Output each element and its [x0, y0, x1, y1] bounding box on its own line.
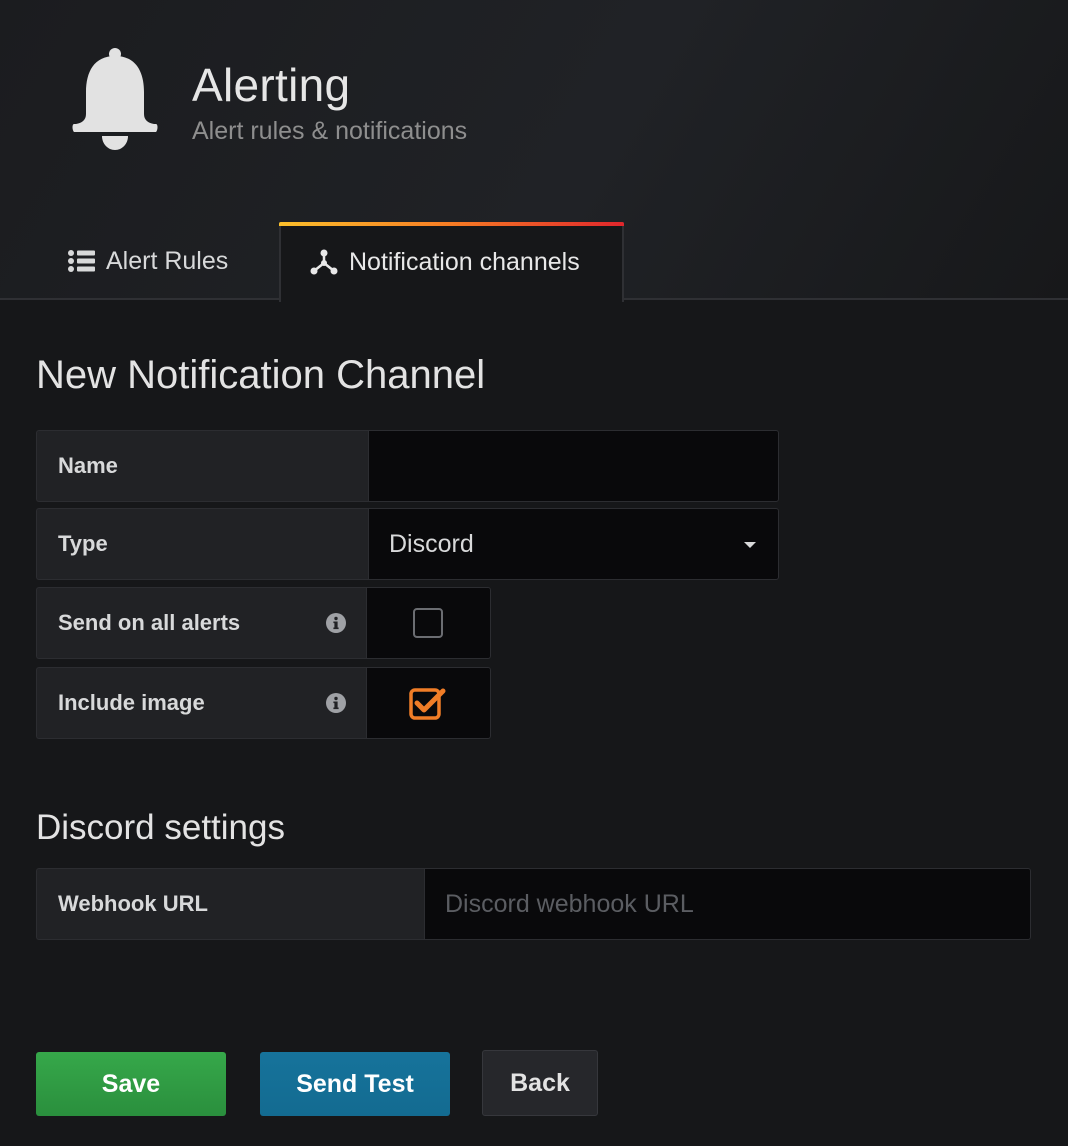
- include-image-checkbox[interactable]: [407, 685, 447, 721]
- send-on-all-alerts-cell: [366, 587, 491, 659]
- info-icon[interactable]: [326, 693, 346, 713]
- caret-down-icon: [744, 542, 756, 548]
- webhook-url-input[interactable]: Discord webhook URL: [424, 868, 1031, 940]
- nodes-icon: [310, 249, 338, 275]
- list-icon: [68, 250, 95, 272]
- include-image-label: Include image: [36, 667, 366, 739]
- webhook-placeholder: Discord webhook URL: [445, 889, 694, 918]
- send-on-all-alerts-label: Send on all alerts: [36, 587, 366, 659]
- send-on-all-alerts-text: Send on all alerts: [58, 610, 241, 635]
- include-image-row: Include image: [36, 667, 491, 739]
- tab-notification-channels[interactable]: Notification channels: [279, 222, 624, 302]
- send-test-button[interactable]: Send Test: [260, 1052, 450, 1116]
- send-on-all-alerts-checkbox[interactable]: [413, 608, 443, 638]
- webhook-label: Webhook URL: [36, 868, 424, 940]
- info-icon[interactable]: [326, 613, 346, 633]
- save-button[interactable]: Save: [36, 1052, 226, 1116]
- tab-label: Alert Rules: [106, 246, 229, 275]
- tab-alert-rules[interactable]: Alert Rules: [66, 222, 228, 300]
- webhook-row: Webhook URL Discord webhook URL: [36, 868, 1031, 940]
- type-label: Type: [36, 508, 368, 580]
- name-input[interactable]: [368, 430, 779, 502]
- name-row: Name: [36, 430, 779, 502]
- type-select-value: Discord: [389, 529, 474, 558]
- name-label: Name: [36, 430, 368, 502]
- type-select[interactable]: Discord: [368, 508, 779, 580]
- send-on-all-alerts-row: Send on all alerts: [36, 587, 491, 659]
- discord-settings-title: Discord settings: [36, 808, 285, 847]
- back-button[interactable]: Back: [482, 1050, 598, 1116]
- type-row: Type Discord: [36, 508, 779, 580]
- page-title: Alerting: [192, 59, 351, 111]
- tab-label: Notification channels: [349, 247, 580, 276]
- include-image-text: Include image: [58, 690, 205, 715]
- bell-icon: [72, 48, 158, 150]
- form-title: New Notification Channel: [36, 353, 486, 397]
- include-image-cell: [366, 667, 491, 739]
- page-subtitle: Alert rules & notifications: [192, 117, 468, 145]
